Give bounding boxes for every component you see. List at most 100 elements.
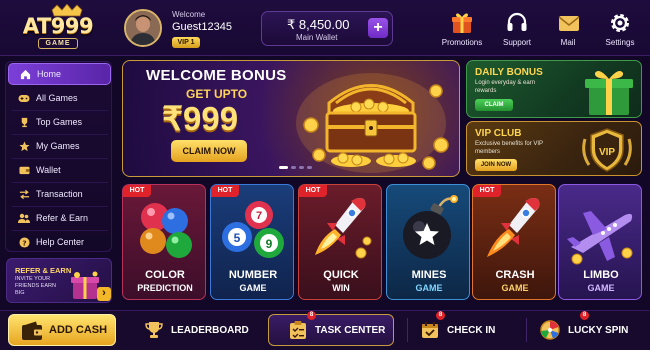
game-title: CRASH (495, 269, 535, 281)
trophy-icon (145, 321, 163, 339)
game-card-number-game[interactable]: HOT 7 5 9 NUMBER GAME (210, 184, 294, 300)
settings-label[interactable]: Settings (601, 38, 639, 47)
sidebar-item-label: All Games (36, 93, 78, 103)
sidebar-item-label: Transaction (36, 189, 83, 199)
logo-text: AT999 (22, 14, 94, 38)
daily-bonus-subtitle: Login everyday & earn rewards (475, 80, 536, 94)
vip-emblem-text: VIP (599, 147, 615, 158)
number-balls-image: 7 5 9 (222, 201, 284, 258)
game-title: QUICK (323, 269, 359, 281)
game-subtitle: GAME (415, 283, 443, 293)
notification-badge: 8 (580, 311, 589, 320)
task-center-label: TASK CENTER (315, 324, 386, 336)
game-subtitle: GAME (587, 283, 615, 293)
leaderboard-label: LEADERBOARD (171, 324, 249, 336)
users-icon (18, 212, 30, 224)
game-title: NUMBER (228, 269, 278, 281)
join-now-button[interactable]: JOIN NOW (475, 159, 517, 171)
promotions-label[interactable]: Promotions (440, 38, 484, 47)
color-balls-image (140, 203, 192, 258)
daily-bonus-title: DAILY BONUS (475, 67, 543, 78)
airplane-icon (567, 211, 633, 265)
game-card-mines[interactable]: MINES GAME (386, 184, 470, 300)
sidebar-item-label: Top Games (36, 117, 83, 127)
game-card-quick-win[interactable]: HOT QUICK WIN (298, 184, 382, 300)
calendar-icon (421, 321, 439, 339)
sidebar-item-all-games[interactable]: All Games (8, 87, 111, 109)
username: Guest12345 (172, 21, 232, 33)
trophy-icon (18, 116, 30, 128)
mail-icon[interactable] (557, 11, 581, 35)
banner-pagination[interactable] (279, 166, 312, 169)
notification-badge: 8 (436, 311, 445, 320)
gift-box-icon (585, 71, 633, 115)
sidebar-item-transaction[interactable]: Transaction (8, 183, 111, 205)
treasure-chest-image (296, 73, 449, 173)
game-title: COLOR (145, 269, 185, 281)
svg-text:7: 7 (256, 210, 262, 222)
vip-club-card[interactable]: VIP VIP CLUB Exclusive benefits for VIP … (466, 121, 642, 176)
help-icon: ? (18, 236, 30, 248)
wallet-balance: ₹ 8,450.00 (287, 17, 350, 32)
spin-wheel-icon (540, 320, 560, 340)
sidebar-item-home[interactable]: Home (8, 63, 111, 85)
game-subtitle: GAME (501, 283, 529, 293)
divider (407, 318, 408, 342)
clipboard-icon (289, 320, 307, 340)
gift-icon[interactable] (450, 11, 474, 35)
add-funds-button[interactable]: + (368, 18, 388, 38)
daily-bonus-card[interactable]: DAILY BONUS Login everyday & earn reward… (466, 60, 642, 118)
vip-badge[interactable]: VIP 1 (172, 37, 200, 48)
wallet-icon (22, 321, 42, 340)
pagination-dot[interactable] (307, 166, 312, 169)
refer-arrow-button[interactable]: › (97, 287, 111, 301)
notification-badge: 8 (307, 311, 316, 320)
task-center-button[interactable]: TASK CENTER (268, 314, 394, 346)
sidebar-item-refer-earn[interactable]: Refer & Earn (8, 207, 111, 229)
pagination-dot[interactable] (279, 166, 288, 169)
bomb-icon (403, 195, 458, 259)
svg-text:?: ? (22, 238, 26, 247)
avatar[interactable] (124, 9, 162, 47)
wallet-icon (18, 164, 30, 176)
star-icon (18, 140, 30, 152)
game-title: LIMBO (583, 269, 619, 281)
vip-shield-icon: VIP (582, 128, 632, 172)
pagination-dot[interactable] (299, 166, 304, 169)
svg-text:9: 9 (266, 237, 273, 251)
leaderboard-button[interactable]: LEADERBOARD (145, 314, 251, 346)
mail-label[interactable]: Mail (553, 38, 583, 47)
claim-button[interactable]: CLAIM (475, 99, 513, 111)
sidebar-item-label: Help Center (36, 237, 85, 247)
claim-now-button[interactable]: CLAIM NOW (171, 140, 247, 162)
home-icon (19, 68, 31, 80)
gear-icon[interactable] (608, 11, 632, 35)
sidebar-item-wallet[interactable]: Wallet (8, 159, 111, 181)
sidebar-item-top-games[interactable]: Top Games (8, 111, 111, 133)
add-cash-button[interactable]: ADD CASH (8, 314, 116, 346)
game-card-crash[interactable]: HOT CRASH GAME (472, 184, 556, 300)
sidebar-item-label: My Games (36, 141, 80, 151)
check-in-button[interactable]: CHECK IN (421, 314, 511, 346)
sidebar-item-my-games[interactable]: My Games (8, 135, 111, 157)
pagination-dot[interactable] (291, 166, 296, 169)
rocket-icon (487, 198, 540, 257)
game-subtitle: GAME (239, 283, 267, 293)
sidebar-item-label: Refer & Earn (36, 213, 89, 223)
vip-club-subtitle: Exclusive benefits for VIP members (475, 141, 543, 155)
rocket-icon (315, 198, 372, 259)
support-label[interactable]: Support (497, 38, 537, 47)
lucky-spin-label: LUCKY SPIN (568, 324, 629, 336)
headset-icon[interactable] (505, 11, 529, 35)
sidebar-item-label: Home (37, 69, 62, 79)
game-card-color-prediction[interactable]: HOT COLOR PREDICTION (122, 184, 206, 300)
sidebar-item-label: Wallet (36, 165, 61, 175)
vip-club-title: VIP CLUB (475, 128, 522, 139)
check-in-label: CHECK IN (447, 324, 496, 336)
game-subtitle: WIN (332, 283, 350, 293)
wallet-label: Main Wallet (296, 33, 338, 42)
transfer-icon (18, 188, 30, 200)
game-card-limbo[interactable]: LIMBO GAME (558, 184, 642, 300)
lucky-spin-button[interactable]: LUCKY SPIN (540, 314, 646, 346)
sidebar-item-help-center[interactable]: ? Help Center (8, 231, 111, 253)
